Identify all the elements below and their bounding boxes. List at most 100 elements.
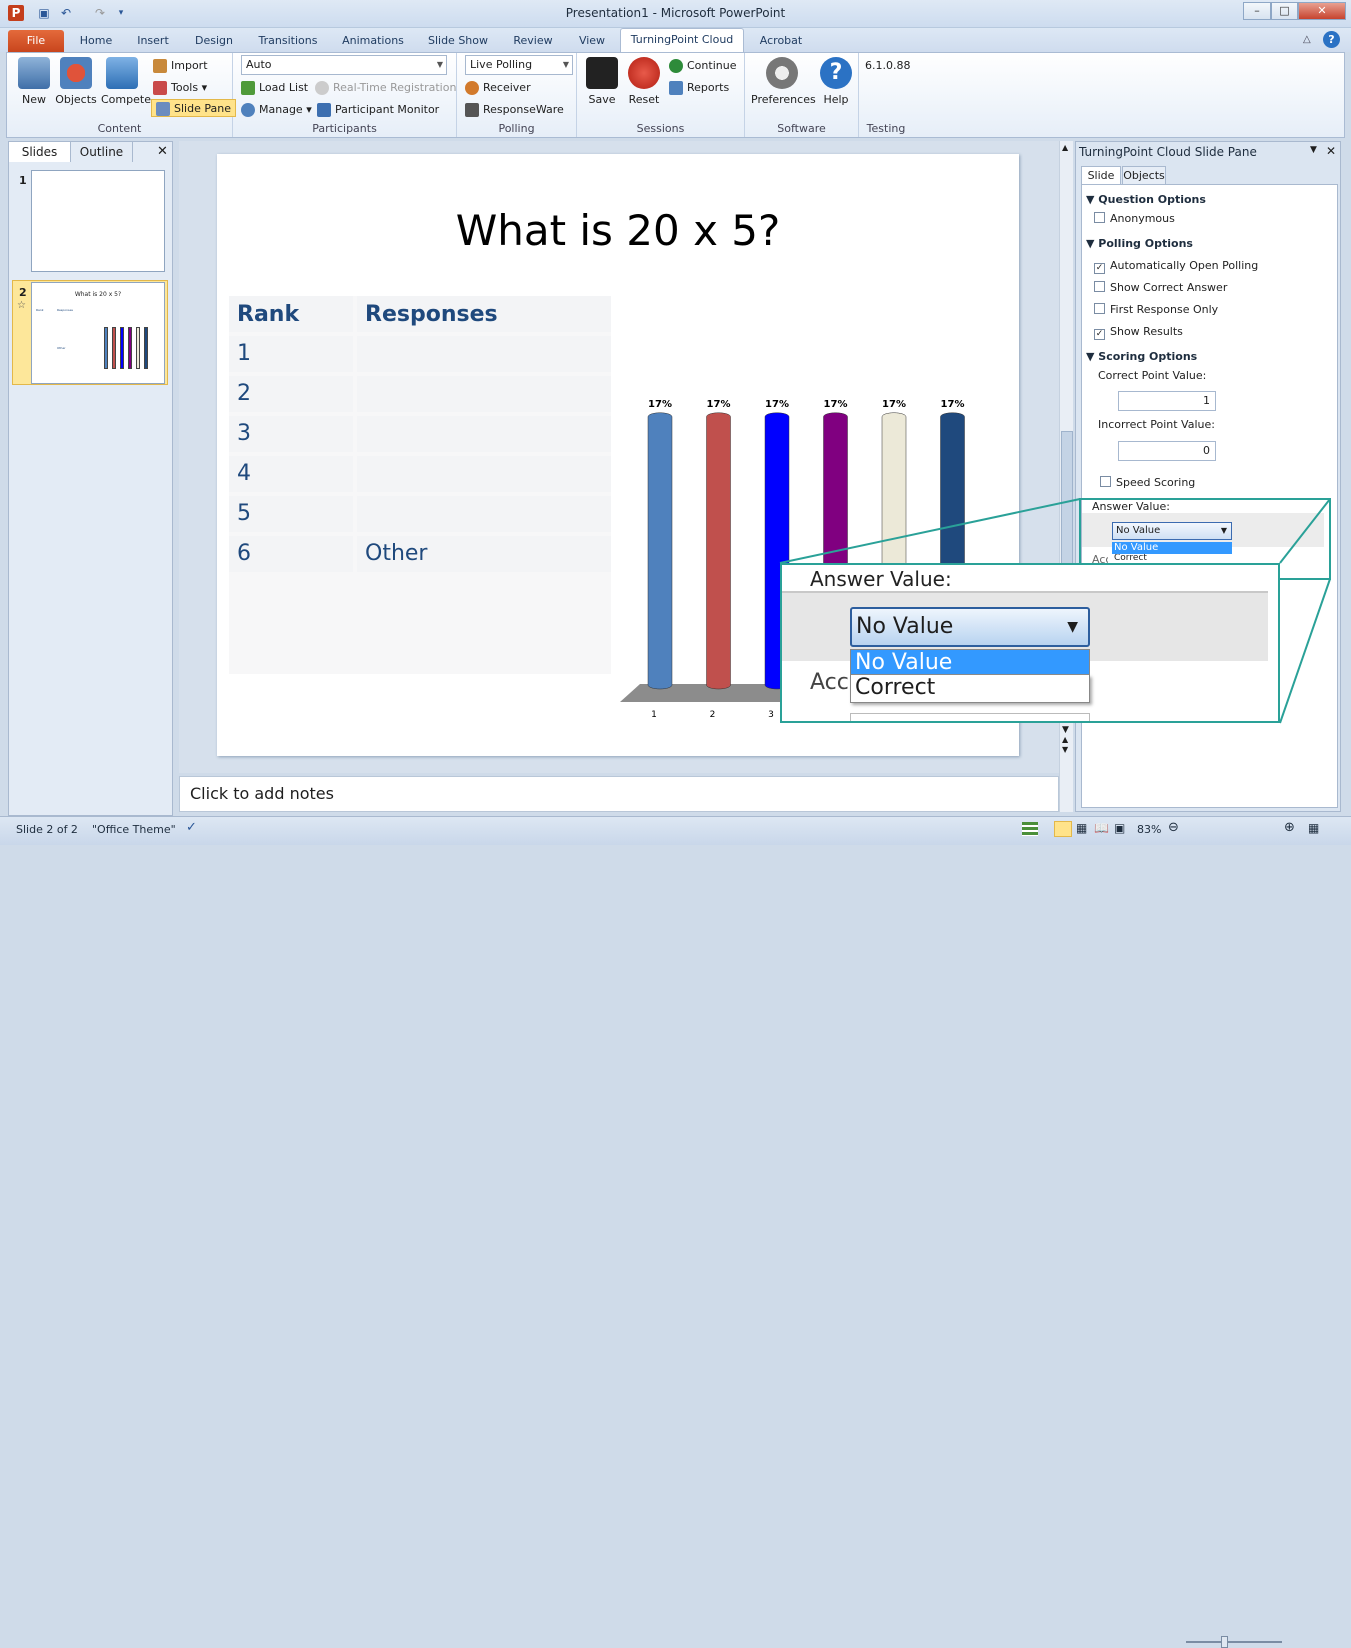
load-list-button[interactable]: Load List (241, 79, 308, 97)
receiver-button[interactable]: Receiver (465, 79, 531, 97)
tab-objects[interactable]: Objects (1122, 166, 1166, 184)
spell-check-icon[interactable]: ✓ (186, 820, 197, 835)
thumb-bar (120, 326, 124, 369)
save-session-button[interactable]: Save (581, 55, 623, 115)
realtime-registration-button[interactable]: Real-Time Registration (315, 79, 456, 97)
tab-file[interactable]: File (8, 30, 64, 52)
polling-mode-select[interactable]: Live Polling ▼ (465, 55, 573, 75)
reports-button[interactable]: Reports (669, 79, 729, 97)
pane-close-icon[interactable]: ✕ (1326, 144, 1336, 158)
zoom-option-no-value[interactable]: No Value (850, 649, 1090, 675)
fit-to-window-icon[interactable]: ▦ (1308, 821, 1319, 835)
tab-insert[interactable]: Insert (128, 32, 178, 52)
slide-indicator: Slide 2 of 2 (16, 823, 78, 836)
new-button[interactable]: New (13, 55, 55, 115)
reading-view-icon[interactable]: 📖 (1094, 821, 1109, 835)
correct-point-input[interactable]: 1 (1118, 391, 1216, 411)
group-testing-label: Testing (866, 122, 906, 135)
responseware-button[interactable]: ResponseWare (465, 101, 564, 119)
normal-view-icon[interactable] (1054, 821, 1072, 837)
chart-value-label: 17% (941, 399, 965, 410)
anonymous-checkbox[interactable]: Anonymous (1094, 212, 1175, 225)
next-slide-icon[interactable]: ▼ (1062, 745, 1068, 754)
scoring-options-heading[interactable]: ▼ Scoring Options (1086, 350, 1197, 363)
show-correct-answer-checkbox[interactable]: Show Correct Answer (1094, 281, 1227, 294)
polling-options-label: Polling Options (1098, 237, 1193, 250)
zoom-slider-track[interactable] (1186, 1641, 1282, 1643)
scoring-options-label: Scoring Options (1098, 350, 1198, 363)
minimize-ribbon-icon[interactable]: △ (1303, 34, 1311, 45)
participant-list-value: Auto (246, 58, 272, 71)
animation-star-icon: ☆ (17, 300, 26, 311)
polling-options-heading[interactable]: ▼ Polling Options (1086, 237, 1193, 250)
close-button[interactable]: ✕ (1298, 2, 1346, 20)
close-pane-icon[interactable]: ✕ (157, 144, 168, 159)
checkbox-checked: ✓ (1094, 329, 1105, 340)
auto-open-polling-checkbox[interactable]: ✓ Automatically Open Polling (1094, 259, 1258, 274)
participant-list-select[interactable]: Auto ▼ (241, 55, 447, 75)
tab-home[interactable]: Home (72, 32, 120, 52)
zoom-in-icon[interactable]: ⊕ (1284, 820, 1295, 835)
slide-number-2: 2 (19, 286, 27, 299)
receiver-icon (465, 81, 479, 95)
tab-outline[interactable]: Outline (71, 142, 133, 162)
minimize-button[interactable]: – (1243, 2, 1271, 20)
scroll-up-icon[interactable]: ▲ (1062, 143, 1068, 152)
zoom-slider-thumb[interactable] (1221, 1636, 1228, 1648)
language-icon[interactable] (1022, 822, 1038, 836)
tools-button[interactable]: Tools ▾ (153, 79, 207, 97)
incorrect-point-input[interactable]: 0 (1118, 441, 1216, 461)
tab-turningpoint-cloud[interactable]: TurningPoint Cloud (620, 28, 744, 52)
tab-transitions[interactable]: Transitions (250, 32, 326, 52)
theme-indicator[interactable]: "Office Theme" (92, 823, 176, 836)
import-icon (153, 59, 167, 73)
chart-category-label: 2 (710, 710, 716, 720)
help-button[interactable]: ? Help (815, 55, 857, 115)
preferences-button[interactable]: Preferences (751, 55, 816, 115)
tab-design[interactable]: Design (186, 32, 242, 52)
manage-button[interactable]: Manage ▾ (241, 101, 312, 119)
tab-slide-options[interactable]: Slide (1081, 166, 1121, 185)
manage-label: Manage (259, 103, 303, 116)
tools-label: Tools (171, 81, 199, 94)
results-table[interactable]: Rank Responses 1 2 3 4 5 6 Other (229, 296, 611, 674)
import-button[interactable]: Import (153, 57, 208, 75)
pane-menu-icon[interactable]: ▼ (1310, 145, 1317, 155)
compete-label: Compete (101, 93, 151, 106)
slide-title[interactable]: What is 20 x 5? (217, 206, 1019, 255)
zoom-field-edge (850, 713, 1090, 721)
notes-area[interactable]: Click to add notes (179, 776, 1059, 812)
slide-sorter-icon[interactable]: ▦ (1076, 821, 1087, 835)
tab-animations[interactable]: Animations (334, 32, 412, 52)
first-response-only-checkbox[interactable]: First Response Only (1094, 303, 1218, 316)
question-options-heading[interactable]: ▼ Question Options (1086, 193, 1206, 206)
tab-review[interactable]: Review (504, 32, 562, 52)
participant-monitor-button[interactable]: Participant Monitor (317, 101, 439, 119)
objects-button[interactable]: Objects (55, 55, 97, 115)
tab-view[interactable]: View (570, 32, 614, 52)
connector-top-left (779, 498, 1081, 564)
help-icon[interactable]: ? (1323, 31, 1340, 48)
tab-slides[interactable]: Slides (9, 142, 71, 162)
slide-pane-button[interactable]: Slide Pane (151, 99, 236, 117)
new-label: New (22, 93, 46, 106)
show-correct-label: Show Correct Answer (1110, 281, 1228, 294)
checkbox-box (1094, 303, 1105, 314)
slide-show-icon[interactable]: ▣ (1114, 821, 1125, 835)
reset-button[interactable]: Reset (623, 55, 665, 115)
zoom-level[interactable]: 83% (1137, 823, 1161, 836)
zoom-option-correct[interactable]: Correct (850, 675, 1090, 703)
zoom-answer-select[interactable]: No Value ▼ (850, 607, 1090, 647)
tab-slide-show[interactable]: Slide Show (420, 32, 496, 52)
continue-label: Continue (687, 59, 737, 72)
maximize-button[interactable]: □ (1271, 2, 1298, 20)
previous-slide-icon[interactable]: ▲ (1062, 735, 1068, 744)
continue-button[interactable]: Continue (669, 57, 736, 75)
slide-thumbnail-1[interactable] (31, 170, 165, 272)
compete-button[interactable]: Compete (101, 55, 151, 115)
slide-thumbnail-2[interactable]: What is 20 x 5? Rank Responses Other (31, 282, 165, 384)
zoom-out-icon[interactable]: ⊖ (1168, 820, 1179, 835)
speed-scoring-checkbox[interactable]: Speed Scoring (1100, 476, 1195, 489)
tab-acrobat[interactable]: Acrobat (752, 32, 810, 52)
show-results-checkbox[interactable]: ✓ Show Results (1094, 325, 1183, 340)
